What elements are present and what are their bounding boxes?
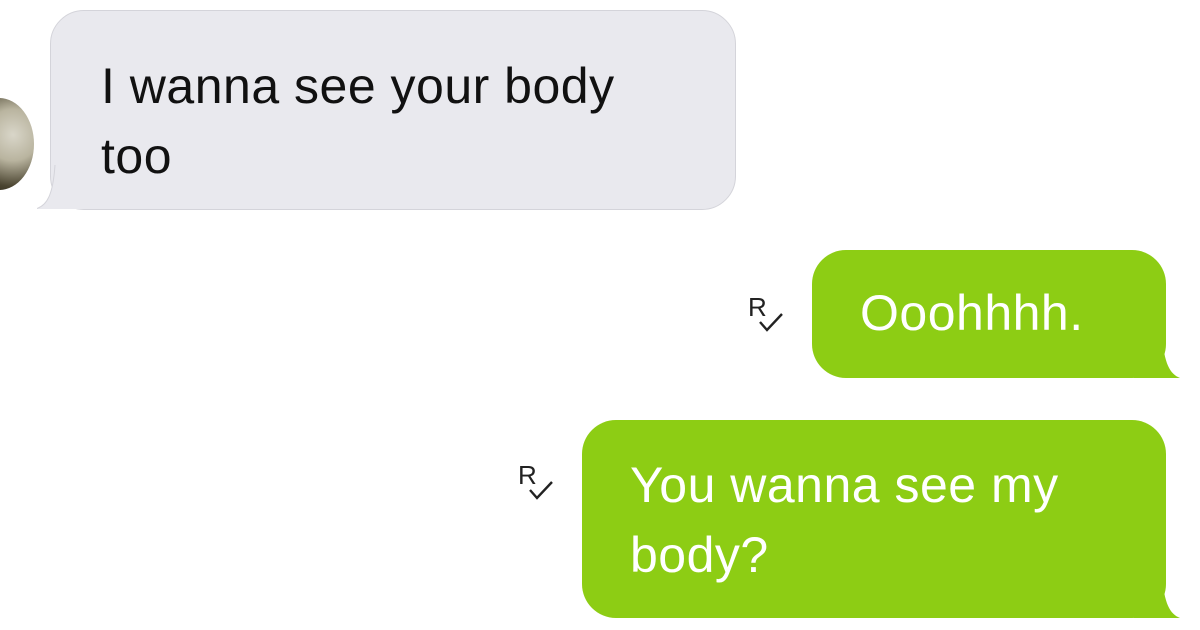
message-text-line: too: [101, 128, 173, 184]
message-text-line: I wanna see your body: [101, 58, 615, 114]
svg-text:R: R: [518, 460, 537, 490]
outgoing-message-bubble[interactable]: You wanna see my body?: [582, 420, 1180, 618]
message-text-line: Ooohhhh.: [860, 285, 1084, 341]
incoming-message-bubble[interactable]: I wanna see your body too: [37, 10, 736, 210]
svg-text:R: R: [748, 292, 767, 322]
message-text-line: You wanna see my: [630, 457, 1059, 513]
read-receipt-icon: R: [748, 292, 783, 332]
bubble-tail: [1134, 574, 1180, 618]
bubble-tail: [1134, 334, 1180, 378]
read-receipt-icon: R: [518, 460, 553, 500]
bubble-tail: [37, 165, 83, 209]
message-text-line: body?: [630, 527, 769, 583]
contact-avatar[interactable]: [0, 98, 34, 190]
outgoing-message-bubble[interactable]: Ooohhhh.: [812, 250, 1180, 378]
